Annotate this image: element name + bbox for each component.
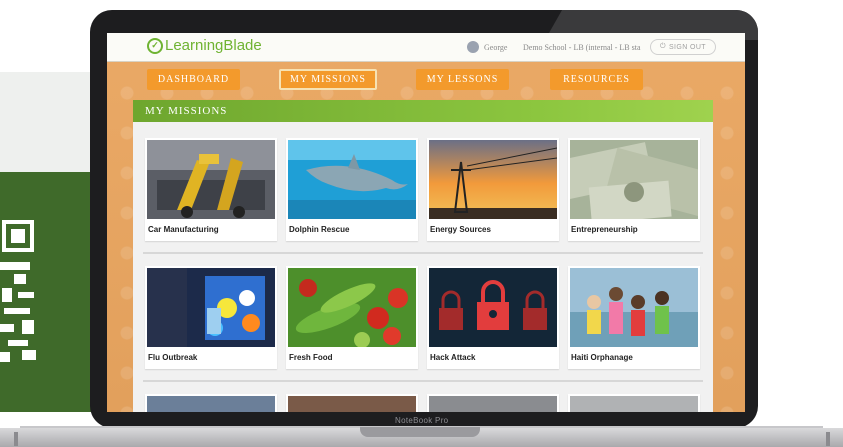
mission-label: Fresh Food	[289, 353, 333, 362]
mission-card-energy-sources[interactable]: Energy Sources	[427, 138, 559, 241]
mission-image-entrepreneurship	[570, 140, 698, 219]
nav-dashboard[interactable]: DASHBOARD	[147, 69, 240, 90]
background-panel	[0, 72, 100, 172]
laptop-notch	[360, 427, 480, 437]
top-bar: ✓ LearningBlade George Demo School - LB …	[107, 33, 745, 62]
mission-card-partial[interactable]	[286, 394, 418, 412]
mission-card-flu-outbreak[interactable]: Flu Outbreak	[145, 266, 277, 369]
row-separator	[143, 252, 703, 254]
nav-my-lessons-label: MY LESSONS	[426, 74, 499, 85]
mission-card-dolphin-rescue[interactable]: Dolphin Rescue	[286, 138, 418, 241]
mission-label: Energy Sources	[430, 225, 491, 234]
mission-card-partial[interactable]	[568, 394, 700, 412]
mission-card-partial[interactable]	[427, 394, 559, 412]
nav-dashboard-label: DASHBOARD	[157, 74, 230, 85]
mission-label: Haiti Orphanage	[571, 353, 633, 362]
mission-card-entrepreneurship[interactable]: Entrepreneurship	[568, 138, 700, 241]
mission-label: Flu Outbreak	[148, 353, 198, 362]
mission-image-partial	[429, 396, 557, 412]
row-separator	[143, 380, 703, 382]
mission-card-haiti-orphanage[interactable]: Haiti Orphanage	[568, 266, 700, 369]
user-info[interactable]: George	[467, 41, 507, 53]
nav-resources[interactable]: RESOURCES	[550, 69, 643, 90]
mission-image-partial	[288, 396, 416, 412]
mission-label: Dolphin Rescue	[289, 225, 350, 234]
mission-card-hack-attack[interactable]: Hack Attack	[427, 266, 559, 369]
missions-header: MY MISSIONS	[133, 100, 713, 122]
laptop-brand-label: NoteBook Pro	[395, 416, 449, 425]
nav-my-missions-label: MY MISSIONS	[290, 74, 366, 85]
mission-image-hack-attack	[429, 268, 557, 347]
mission-image-haiti-orphanage	[570, 268, 698, 347]
nav-my-lessons[interactable]: MY LESSONS	[416, 69, 509, 90]
missions-title: MY MISSIONS	[145, 105, 228, 117]
mission-image-dolphin-rescue	[288, 140, 416, 219]
logo-icon: ✓	[147, 37, 163, 54]
qr-code-icon	[0, 212, 40, 372]
logo-text: LearningBlade	[165, 37, 262, 54]
sign-out-label: SIGN OUT	[668, 43, 706, 51]
school-name: Demo School - LB (internal - LB sta	[523, 43, 641, 52]
mission-image-fresh-food	[288, 268, 416, 347]
nav-resources-label: RESOURCES	[563, 74, 630, 85]
mission-label: Entrepreneurship	[571, 225, 638, 234]
mission-image-partial	[147, 396, 275, 412]
mission-image-partial	[570, 396, 698, 412]
mission-card-fresh-food[interactable]: Fresh Food	[286, 266, 418, 369]
user-avatar-icon	[467, 41, 479, 53]
mission-label: Hack Attack	[430, 353, 476, 362]
logo[interactable]: ✓ LearningBlade	[147, 37, 262, 54]
user-name: George	[484, 42, 508, 52]
sign-out-button[interactable]: ⏻ SIGN OUT	[650, 39, 716, 55]
laptop-base-stripe	[14, 432, 18, 446]
laptop-base-stripe	[826, 432, 830, 446]
power-icon: ⏻	[660, 43, 666, 50]
mission-image-energy-sources	[429, 140, 557, 219]
mission-image-flu-outbreak	[147, 268, 275, 347]
app-screen: ✓ LearningBlade George Demo School - LB …	[107, 33, 745, 412]
nav-my-missions[interactable]: MY MISSIONS	[279, 69, 377, 90]
mission-card-car-manufacturing[interactable]: Car Manufacturing	[145, 138, 277, 241]
mission-label: Car Manufacturing	[148, 225, 219, 234]
mission-image-car-manufacturing	[147, 140, 275, 219]
mission-card-partial[interactable]	[145, 394, 277, 412]
